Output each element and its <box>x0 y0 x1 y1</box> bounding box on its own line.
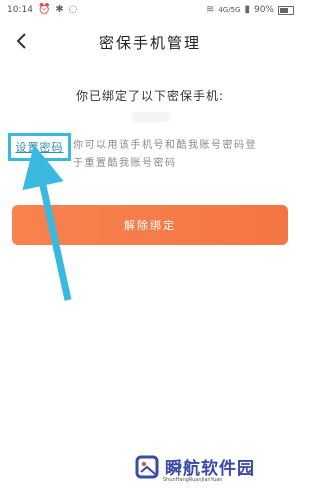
network-type: 4G/5G <box>218 6 241 14</box>
status-time: 10:14 <box>7 5 33 15</box>
set-password-link-highlight[interactable]: 设置密码 <box>8 133 71 161</box>
nav-bar: 密保手机管理 <box>0 22 300 62</box>
description-line-1: 你可以用该手机号和酷我账号密码登 <box>73 140 257 151</box>
wifi-icon: ≋ <box>205 4 215 15</box>
notification-icon: ◌ <box>68 4 78 15</box>
page-title: 密保手机管理 <box>98 34 201 52</box>
battery-icon <box>278 5 294 15</box>
annotation-arrow <box>22 144 72 301</box>
signal-icon: ▮ <box>244 4 250 15</box>
bound-phone-label: 你已绑定了以下密保手机: <box>75 89 225 103</box>
status-bar: 10:14 ⏰ ✱ ◌ ≋ 4G/5G ▮ 90% <box>0 0 300 22</box>
watermark-name: 瞬航软件园 <box>165 459 255 479</box>
watermark: 瞬航软件园 ShunHangRuanJianYuan <box>135 452 265 492</box>
description-line-2: 于重置酷我账号密码 <box>73 158 177 169</box>
bluetooth-icon: ✱ <box>55 4 64 15</box>
watermark-subtitle: ShunHangRuanJianYuan <box>163 477 223 483</box>
masked-phone-number <box>132 112 170 122</box>
watermark-logo-icon <box>135 455 159 479</box>
status-left: 10:14 ⏰ ✱ ◌ <box>7 4 78 16</box>
status-right: ≋ 4G/5G ▮ 90% <box>206 5 294 15</box>
description-text: 你可以用该手机号和酷我账号密码登 于重置酷我账号密码 <box>73 137 288 173</box>
set-password-link[interactable]: 设置密码 <box>16 139 64 155</box>
battery-percent: 90% <box>253 5 274 15</box>
alarm-icon: ⏰ <box>37 4 51 15</box>
unbind-button[interactable]: 解除绑定 <box>12 205 288 245</box>
